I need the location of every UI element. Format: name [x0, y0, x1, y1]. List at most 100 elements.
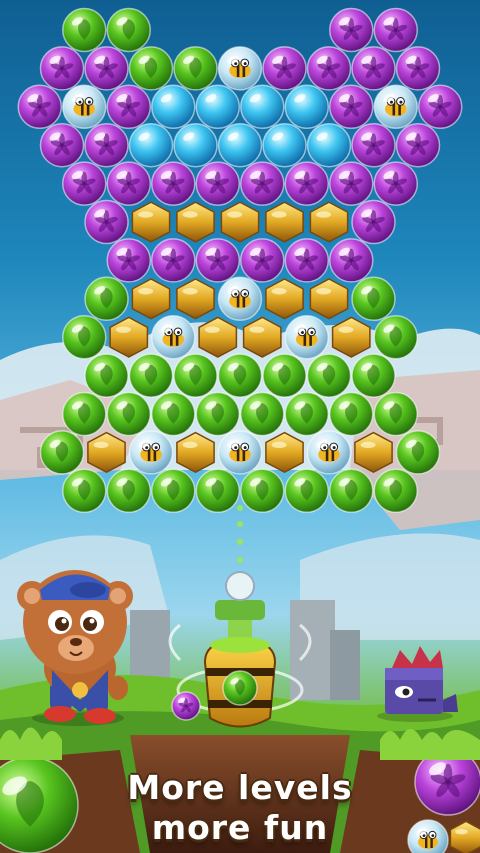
purple-bubble	[195, 161, 240, 206]
purple-bubble	[106, 84, 151, 130]
purple-bubble	[306, 46, 352, 91]
purple-bubble	[351, 122, 396, 168]
honey-block	[309, 278, 349, 320]
honey-block	[176, 278, 215, 320]
bee-bubble	[306, 430, 352, 475]
green-bubble	[62, 314, 107, 360]
current-bubble	[222, 670, 258, 706]
green-bubble	[240, 468, 285, 514]
green-bubble	[240, 391, 285, 437]
purple-bubble	[418, 84, 463, 130]
green-bubble	[128, 46, 174, 91]
honey-block	[309, 201, 349, 243]
purple-bubble	[39, 122, 85, 168]
green-bubble	[39, 430, 85, 475]
green-bubble	[151, 468, 196, 514]
blue-bubble	[151, 84, 196, 130]
green-bubble	[173, 353, 218, 398]
purple-bubble	[106, 161, 151, 206]
purple-bubble	[195, 238, 240, 283]
honey-block	[265, 201, 304, 243]
purple-bubble	[240, 161, 285, 206]
box-monster	[377, 646, 458, 722]
honey-block	[220, 201, 260, 243]
green-bubble	[106, 391, 151, 437]
blue-bubble	[195, 84, 240, 130]
honey-block	[176, 201, 215, 243]
aim-trail	[237, 505, 243, 581]
bee-bubble	[284, 314, 329, 360]
purple-bubble	[284, 161, 329, 206]
green-bubble	[373, 314, 418, 360]
green-bubble	[62, 391, 107, 437]
green-bubble	[106, 7, 151, 53]
green-bubble	[173, 46, 218, 91]
green-bubble	[329, 468, 374, 514]
green-bubble	[373, 391, 418, 437]
green-bubble	[306, 353, 352, 398]
purple-bubble	[84, 199, 129, 245]
purple-bubble	[262, 46, 307, 91]
bee-bubble	[151, 314, 196, 360]
blue-bubble	[128, 122, 174, 168]
green-bubble	[217, 353, 263, 398]
purple-bubble	[84, 46, 129, 91]
green-bubble	[284, 391, 329, 437]
purple-bubble	[329, 161, 374, 206]
green-bubble	[351, 276, 396, 322]
tagline-line-2: more fun	[151, 808, 329, 847]
green-bubble	[351, 353, 396, 398]
purple-bubble	[329, 238, 374, 283]
green-bubble	[395, 430, 441, 475]
purple-bubble	[151, 161, 196, 206]
blue-bubble	[306, 122, 352, 168]
green-bubble	[62, 7, 107, 53]
current-bubble	[222, 670, 258, 706]
game-scene[interactable]	[0, 0, 480, 853]
blue-bubble	[240, 84, 285, 130]
blue-bubble	[262, 122, 307, 168]
blue-bubble	[173, 122, 218, 168]
honey-block	[265, 278, 304, 320]
purple-bubble	[395, 46, 441, 91]
purple-bubble	[240, 238, 285, 283]
next-bubble[interactable]	[171, 691, 201, 721]
purple-bubble	[151, 238, 196, 283]
purple-bubble	[39, 46, 85, 91]
bee-bubble	[217, 46, 263, 91]
purple-bubble	[329, 7, 374, 53]
purple-bubble	[17, 84, 62, 130]
green-bubble	[106, 468, 151, 514]
green-bubble	[84, 276, 129, 322]
bee-bubble	[217, 430, 263, 475]
green-bubble	[329, 391, 374, 437]
green-bubble	[262, 353, 307, 398]
bee-bubble	[62, 84, 107, 130]
green-bubble	[84, 353, 129, 398]
green-bubble	[128, 353, 174, 398]
green-bubble	[151, 391, 196, 437]
purple-bubble	[62, 161, 107, 206]
purple-bubble	[351, 46, 396, 91]
blue-bubble	[217, 122, 263, 168]
bee-bubble	[217, 276, 263, 322]
purple-bubble	[373, 7, 418, 53]
honey-block	[131, 201, 171, 243]
bee-bubble	[128, 430, 174, 475]
next-bubble	[171, 691, 201, 721]
purple-bubble	[351, 199, 396, 245]
green-bubble	[284, 468, 329, 514]
purple-bubble	[395, 122, 441, 168]
purple-bubble	[84, 122, 129, 168]
green-bubble	[195, 391, 240, 437]
tagline-line-1: More levels	[127, 768, 353, 807]
bee-bubble	[373, 84, 418, 130]
purple-bubble	[329, 84, 374, 130]
purple-bubble	[284, 238, 329, 283]
blue-bubble	[284, 84, 329, 130]
purple-bubble	[106, 238, 151, 283]
green-bubble	[373, 468, 418, 514]
green-bubble	[195, 468, 240, 514]
honey-block	[131, 278, 171, 320]
purple-bubble	[373, 161, 418, 206]
